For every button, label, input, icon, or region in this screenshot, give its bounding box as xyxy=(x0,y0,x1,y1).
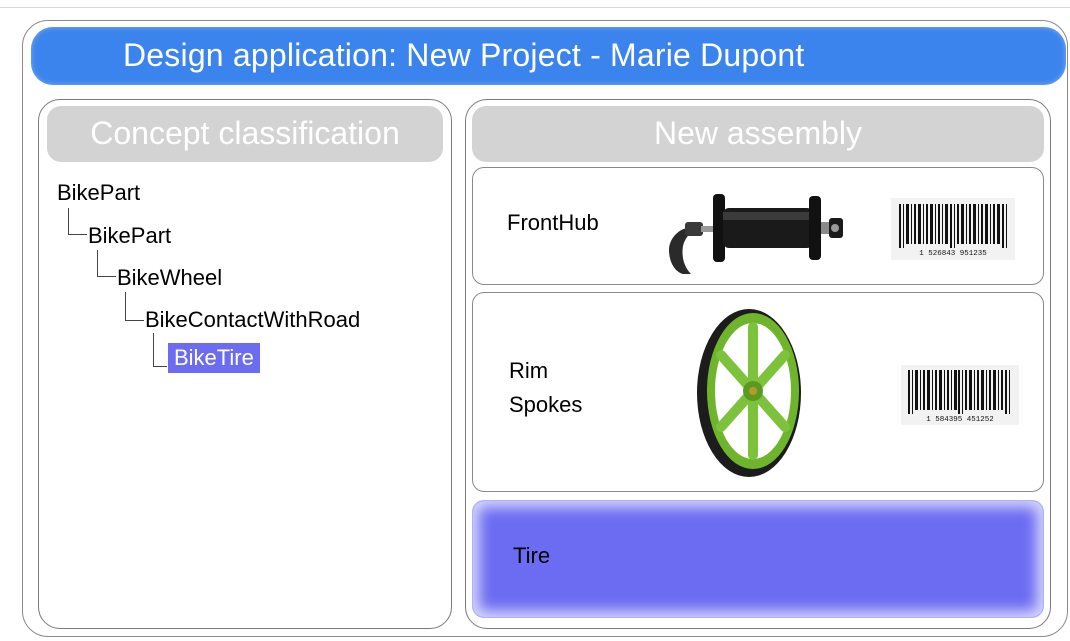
assembly-item-fronthub[interactable]: FrontHub 1 526843 951235 xyxy=(472,167,1044,285)
barcode-icon: 1 584395 451252 xyxy=(901,365,1019,425)
top-divider xyxy=(0,7,1070,8)
item-label-rim: Rim xyxy=(509,358,549,383)
front-hub-image xyxy=(669,194,843,274)
assembly-panel-header: New assembly xyxy=(472,106,1044,162)
barcode-digits: 1 584395 451252 xyxy=(926,416,994,424)
green-wheel-image xyxy=(697,309,801,477)
tree-connector xyxy=(68,208,87,235)
item-label-spokes: Spokes xyxy=(509,392,583,417)
concept-tree: BikePart BikePart BikeWheel BikeContactW… xyxy=(39,100,453,400)
concept-classification-panel: Concept classification BikePart BikePart… xyxy=(38,99,452,629)
barcode-digits: 1 526843 951235 xyxy=(919,250,987,258)
assembly-item-rim-spokes[interactable]: Rim Spokes 1 584395 451252 xyxy=(472,292,1044,492)
tree-connector xyxy=(125,292,144,321)
window-title: Design application: New Project - Marie … xyxy=(123,37,805,73)
tree-node-bikepart[interactable]: BikePart xyxy=(88,223,171,249)
tree-connector xyxy=(97,250,116,277)
item-label: Tire xyxy=(513,543,551,568)
item-label: FrontHub xyxy=(507,210,599,235)
tree-connector xyxy=(153,333,167,367)
barcode-icon: 1 526843 951235 xyxy=(891,198,1015,260)
tree-node-bikepart-root[interactable]: BikePart xyxy=(57,180,140,206)
tree-node-bikecontactwithroad[interactable]: BikeContactWithRoad xyxy=(145,307,360,333)
tree-node-bikewheel[interactable]: BikeWheel xyxy=(117,265,222,291)
title-bar: Design application: New Project - Marie … xyxy=(31,27,1066,85)
new-assembly-panel: New assembly FrontHub 1 526843 951235 Ri… xyxy=(465,99,1051,629)
tree-node-biketire-selected[interactable]: BikeTire xyxy=(168,343,260,373)
assembly-item-tire-selected[interactable]: Tire xyxy=(472,500,1044,618)
